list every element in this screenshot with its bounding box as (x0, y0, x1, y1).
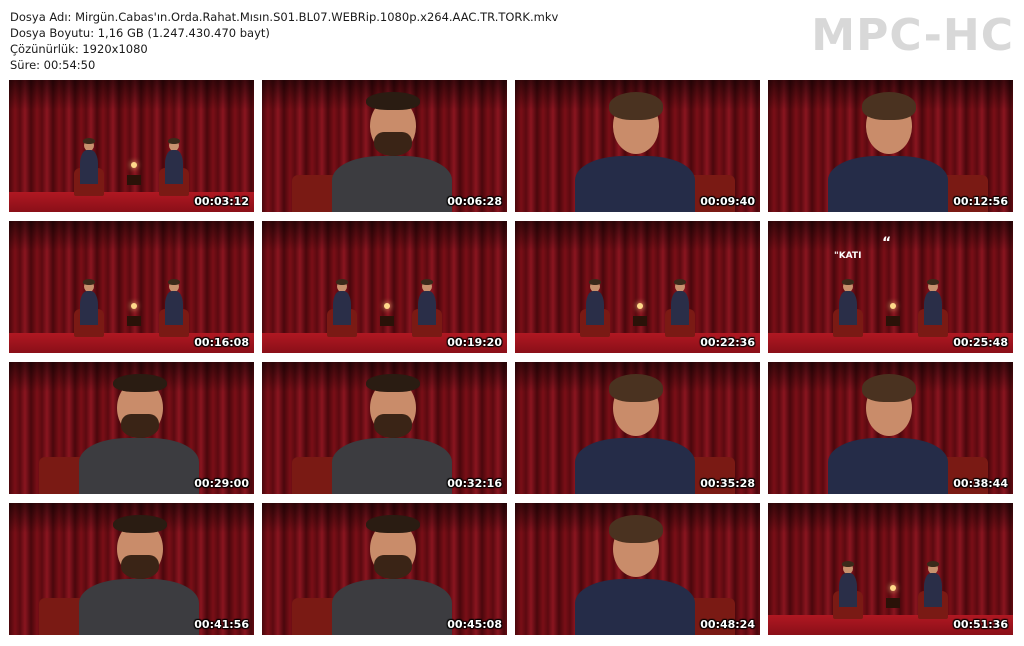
thumbnail: 00:12:56 (768, 80, 1013, 212)
file-name: Dosya Adı: Mirgün.Cabas'ın.Orda.Rahat.Mı… (10, 10, 559, 24)
thumbnail-timestamp: 00:16:08 (194, 336, 249, 349)
thumbnail-timestamp: 00:29:00 (194, 477, 249, 490)
side-table (127, 175, 141, 185)
thumbnail-timestamp: 00:51:36 (953, 618, 1008, 631)
lamp (890, 303, 896, 309)
thumbnail-timestamp: 00:35:28 (700, 477, 755, 490)
thumbnail: 00:19:20 (262, 221, 507, 353)
thumbnail: 00:03:12 (9, 80, 254, 212)
thumbnail-timestamp: 00:41:56 (194, 618, 249, 631)
lamp (637, 303, 643, 309)
thumbnail-timestamp: 00:48:24 (700, 618, 755, 631)
side-table (886, 598, 900, 608)
file-size: Dosya Boyutu: 1,16 GB (1.247.430.470 bay… (10, 26, 270, 40)
thumbnail: "KATI “ 00:25:48 (768, 221, 1013, 353)
thumbnail: 00:09:40 (515, 80, 760, 212)
side-table (380, 316, 394, 326)
mpc-hc-logo: MPC-HC (811, 10, 1014, 61)
thumbnail-timestamp: 00:38:44 (953, 477, 1008, 490)
lamp (384, 303, 390, 309)
side-table (886, 316, 900, 326)
thumbnail: 00:16:08 (9, 221, 254, 353)
thumbnail: 00:06:28 (262, 80, 507, 212)
thumbnail-grid: 00:03:12 00:06:28 00:09:40 00:12:56 00:16:08… (9, 80, 1013, 635)
lamp (131, 162, 137, 168)
thumbnail-timestamp: 00:25:48 (953, 336, 1008, 349)
overlay-text: "KATI (834, 251, 862, 261)
thumbnail: 00:35:28 (515, 362, 760, 494)
thumbnail-timestamp: 00:32:16 (447, 477, 502, 490)
thumbnail-timestamp: 00:03:12 (194, 195, 249, 208)
overlay-quote: “ (882, 235, 892, 251)
thumbnail: 00:32:16 (262, 362, 507, 494)
thumbnail: 00:41:56 (9, 503, 254, 635)
thumbnail: 00:51:36 (768, 503, 1013, 635)
thumbnail-timestamp: 00:22:36 (700, 336, 755, 349)
file-info: Dosya Adı: Mirgün.Cabas'ın.Orda.Rahat.Mı… (10, 9, 558, 73)
lamp (890, 585, 896, 591)
thumbnail: 00:22:36 (515, 221, 760, 353)
resolution: Çözünürlük: 1920x1080 (10, 42, 148, 56)
thumbnail-timestamp: 00:19:20 (447, 336, 502, 349)
thumbnail: 00:38:44 (768, 362, 1013, 494)
thumbnail: 00:29:00 (9, 362, 254, 494)
duration: Süre: 00:54:50 (10, 58, 96, 72)
thumbnail-timestamp: 00:45:08 (447, 618, 502, 631)
thumbnail: 00:48:24 (515, 503, 760, 635)
side-table (633, 316, 647, 326)
side-table (127, 316, 141, 326)
thumbnail: 00:45:08 (262, 503, 507, 635)
thumbnail-timestamp: 00:12:56 (953, 195, 1008, 208)
thumbnail-timestamp: 00:06:28 (447, 195, 502, 208)
lamp (131, 303, 137, 309)
thumbnail-timestamp: 00:09:40 (700, 195, 755, 208)
